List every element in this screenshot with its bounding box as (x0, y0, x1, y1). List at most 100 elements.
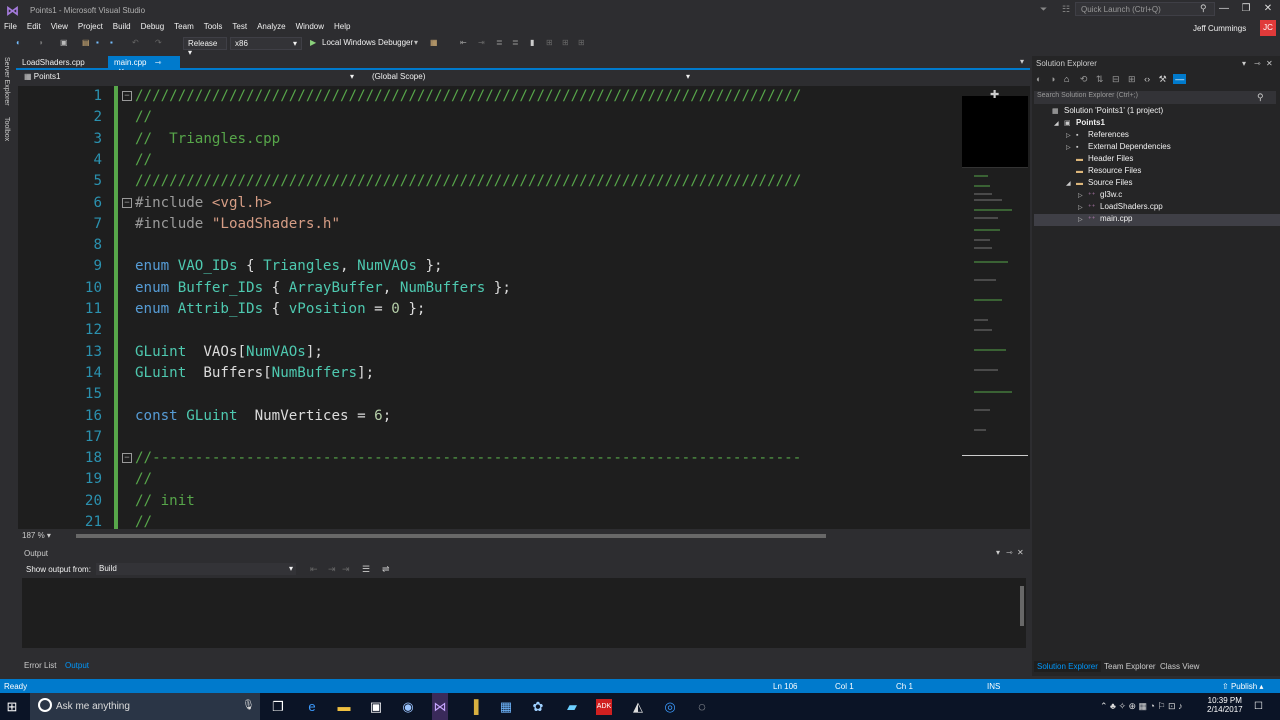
redo-icon[interactable]: ↷ (155, 38, 162, 47)
restore-button[interactable]: ❐ (1236, 3, 1256, 17)
output-source-select[interactable]: Build ▾ (96, 563, 296, 575)
pin-icon[interactable]: ⇾ (155, 58, 162, 67)
menu-file[interactable]: File (0, 20, 22, 33)
fold-toggle-icon[interactable]: − (122, 91, 132, 101)
clear-all-icon[interactable]: ☰ (362, 564, 370, 575)
tab-output[interactable]: Output (63, 660, 91, 671)
step-over-icon[interactable]: ⇥ (478, 38, 485, 47)
expander-icon[interactable]: ◢ (1054, 120, 1064, 127)
tab-dropdown-icon[interactable]: ▾ (1020, 57, 1024, 66)
output-scroll-thumb[interactable] (1020, 586, 1024, 626)
se-pin-icon[interactable]: ⇾ (1254, 59, 1261, 68)
visual-studio-taskbar-icon[interactable]: ⋈ (432, 693, 448, 720)
tree-item[interactable]: ▷ ▪ External Dependencies (1034, 142, 1280, 154)
tab-solution-explorer[interactable]: Solution Explorer (1034, 661, 1101, 672)
app-icon-5[interactable]: ADK (596, 699, 612, 715)
code-line[interactable]: 20 // init (18, 491, 958, 512)
code-line[interactable]: 3 // Triangles.cpp (18, 129, 958, 150)
pending-changes-icon[interactable]: ⟲ (1080, 74, 1088, 84)
code-line[interactable]: 14 GLuint Buffers[NumBuffers]; (18, 363, 958, 384)
app-icon-8[interactable]: ◌ (694, 699, 710, 715)
solution-search-input[interactable]: Search Solution Explorer (Ctrl+;) (1034, 91, 1276, 104)
fold-toggle-icon[interactable]: − (122, 197, 132, 208)
start-debugger-button[interactable]: Local Windows Debugger (322, 38, 413, 47)
code-line[interactable]: 4 // (18, 150, 958, 171)
align-left-icon[interactable]: ≣ (496, 38, 503, 47)
app-icon-3[interactable]: ✿ (530, 699, 546, 715)
se-close-icon[interactable]: ✕ (1266, 59, 1273, 68)
code-line[interactable]: 7 #include "LoadShaders.h" (18, 214, 958, 235)
expander-icon[interactable]: ▷ (1066, 132, 1076, 139)
se-forward-icon[interactable]: ◑ (1050, 74, 1055, 84)
home-icon[interactable]: ⌂ (1064, 74, 1069, 84)
system-tray-icons[interactable]: ⌃ ♣ ✧ ⊕ ▦ ◔ ⚐ ⊡ ♪ (1100, 701, 1183, 712)
menu-test[interactable]: Test (227, 20, 252, 33)
avatar[interactable]: JC (1260, 20, 1276, 36)
bookmark-icon[interactable]: ▮ (530, 38, 534, 47)
tab-team-explorer[interactable]: Team Explorer (1102, 661, 1158, 672)
preview-icon[interactable]: — (1173, 74, 1187, 84)
code-editor[interactable]: 1−//////////////////////////////////////… (18, 86, 962, 529)
code-line[interactable]: 19 // (18, 469, 958, 490)
split-handle-icon[interactable]: ✚ (990, 88, 999, 101)
app-icon-2[interactable]: ▦ (498, 699, 514, 715)
expander-icon[interactable]: ▷ (1078, 192, 1088, 199)
tab-loadshaders[interactable]: LoadShaders.cpp (16, 56, 108, 70)
output-dropdown-icon[interactable]: ▾ (996, 548, 1000, 557)
steam-icon[interactable]: ◉ (400, 699, 416, 715)
code-line[interactable]: 5 ///////////////////////////////////////… (18, 171, 958, 192)
edge-icon[interactable]: e (304, 699, 320, 715)
notifications-icon[interactable]: ☐ (1254, 701, 1263, 712)
play-icon[interactable]: ▶ (310, 38, 316, 47)
filter-icon[interactable]: ⏷ (1040, 4, 1047, 15)
zoom-level[interactable]: 187 % ▾ (22, 531, 51, 540)
minimap[interactable] (962, 170, 1028, 456)
code-line[interactable]: 1 −//////////////////////////////////////… (18, 86, 958, 107)
bookmark-clear-icon[interactable]: ⊞ (578, 38, 585, 47)
code-line[interactable]: 10 enum Buffer_IDs { ArrayBuffer, NumBuff… (18, 278, 958, 299)
code-line[interactable]: 21 // (18, 512, 958, 529)
horizontal-scroll-thumb[interactable] (76, 534, 826, 538)
code-line[interactable]: 16 const GLuint NumVertices = 6; (18, 406, 958, 427)
project-dropdown[interactable]: ▦ Points1 ▾ (20, 72, 358, 84)
minimize-button[interactable]: — (1214, 3, 1234, 17)
step-icon[interactable]: ⇤ (460, 38, 467, 47)
view-code-icon[interactable]: ‹› (1144, 74, 1150, 84)
task-view-icon[interactable]: ❐ (270, 699, 286, 715)
tree-item[interactable]: ◢ ▣ Points1 (1034, 118, 1280, 130)
output-pin-icon[interactable]: ⇾ (1006, 548, 1013, 557)
menu-tools[interactable]: Tools (199, 20, 228, 33)
tree-item[interactable]: ▷ ⁺⁺ main.cpp (1034, 214, 1280, 226)
word-wrap-icon[interactable]: ⇌ (382, 564, 390, 575)
code-line[interactable]: 18 −//-----------------------------------… (18, 448, 958, 469)
debugger-dropdown-icon[interactable]: ▾ (414, 38, 418, 47)
tree-item[interactable]: ▬ Header Files (1034, 154, 1280, 166)
publish-button[interactable]: ⇧ Publish ▴ (1222, 682, 1263, 691)
code-line[interactable]: 9 enum VAO_IDs { Triangles, NumVAOs }; (18, 256, 958, 277)
tree-item[interactable]: ◢ ▬ Source Files (1034, 178, 1280, 190)
new-project-icon[interactable]: ▣ (60, 38, 68, 47)
menu-project[interactable]: Project (73, 20, 108, 33)
start-icon[interactable]: ⊞ (4, 699, 20, 715)
next-message-icon[interactable]: ⇥ (328, 564, 336, 575)
platform-select[interactable]: x86 ▾ (230, 37, 302, 50)
tree-item[interactable]: ▬ Resource Files (1034, 166, 1280, 178)
menu-analyze[interactable]: Analyze (252, 20, 290, 33)
save-all-icon[interactable]: ▪ (110, 38, 113, 47)
fold-toggle-icon[interactable]: − (122, 453, 132, 464)
close-button[interactable]: ✕ (1258, 3, 1278, 17)
server-explorer-tab[interactable]: Server Explorer (3, 57, 10, 106)
tab-error-list[interactable]: Error List (22, 660, 58, 671)
output-text-area[interactable] (22, 578, 1026, 648)
minimap-viewport[interactable] (962, 96, 1028, 168)
quick-launch-input[interactable]: Quick Launch (Ctrl+Q) (1075, 2, 1215, 16)
properties-icon[interactable]: ⚒ (1159, 74, 1167, 84)
menu-window[interactable]: Window (291, 20, 329, 33)
save-icon[interactable]: ▪ (96, 38, 99, 47)
collapse-all-icon[interactable]: ⊟ (1112, 74, 1120, 84)
code-line[interactable]: 12 (18, 320, 958, 341)
menu-team[interactable]: Team (169, 20, 199, 33)
se-back-icon[interactable]: ◐ (1036, 74, 1041, 84)
sync-icon[interactable]: ⇅ (1096, 74, 1104, 84)
expander-icon[interactable]: ▷ (1066, 144, 1076, 151)
